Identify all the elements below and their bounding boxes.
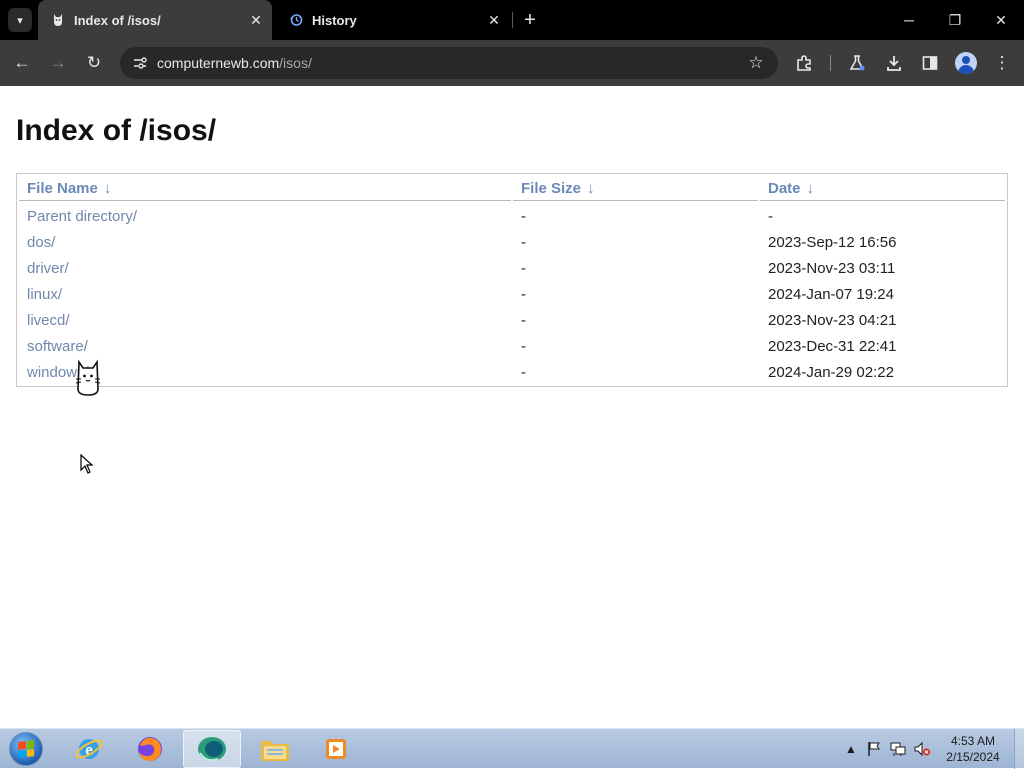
avatar-head bbox=[962, 56, 970, 64]
sort-arrow-icon: ↓ bbox=[103, 180, 112, 197]
header-underline bbox=[513, 200, 758, 201]
close-tab-icon[interactable]: ✕ bbox=[484, 10, 504, 30]
address-bar[interactable]: computernewb.com/isos/ ☆ bbox=[120, 47, 778, 79]
file-date: 2024-Jan-29 02:22 bbox=[768, 364, 894, 381]
page-title: Index of /isos/ bbox=[16, 114, 217, 147]
history-icon bbox=[288, 12, 304, 28]
url-host: computernewb.com bbox=[157, 55, 280, 71]
windows-logo-icon bbox=[9, 732, 43, 766]
new-tab-button[interactable]: + bbox=[518, 8, 542, 32]
url-path: /isos/ bbox=[279, 55, 312, 71]
taskbar: e ▲ 4:53 AM 2/15/2024 bbox=[0, 728, 1024, 769]
file-size: - bbox=[521, 286, 526, 303]
chevron-down-icon: ▾ bbox=[17, 14, 23, 27]
tab-divider bbox=[512, 12, 513, 28]
file-size: - bbox=[521, 364, 526, 381]
internet-explorer-icon[interactable]: e bbox=[60, 730, 118, 768]
file-size: - bbox=[521, 260, 526, 277]
header-underline bbox=[760, 200, 1005, 201]
show-hidden-icons-button[interactable]: ▲ bbox=[844, 729, 858, 769]
site-info-icon[interactable] bbox=[128, 51, 152, 75]
sort-arrow-icon: ↓ bbox=[806, 180, 815, 197]
table-row: software/ - 2023-Dec-31 22:41 bbox=[17, 334, 1007, 360]
tab-title: Index of /isos/ bbox=[74, 12, 161, 28]
table-row: livecd/ - 2023-Nov-23 04:21 bbox=[17, 308, 1007, 334]
column-header-label: Date bbox=[768, 180, 801, 197]
column-header-label: File Size bbox=[521, 180, 582, 197]
tab-isos[interactable]: Index of /isos/ ✕ bbox=[38, 0, 272, 40]
cat-sticker-icon bbox=[75, 359, 101, 396]
tab-search-button[interactable]: ▾ bbox=[8, 8, 32, 32]
forward-button[interactable]: → bbox=[44, 49, 72, 77]
column-header-file-name[interactable]: File Name ↓ bbox=[27, 180, 111, 197]
minimize-button[interactable]: ─ bbox=[886, 0, 932, 40]
file-link[interactable]: dos/ bbox=[27, 230, 55, 256]
back-button[interactable]: ← bbox=[8, 49, 36, 77]
close-window-button[interactable]: ✕ bbox=[978, 0, 1024, 40]
tab-title: History bbox=[312, 12, 357, 28]
tab-history[interactable]: History ✕ bbox=[276, 0, 510, 40]
file-explorer-icon[interactable] bbox=[246, 730, 304, 768]
avatar-body bbox=[958, 65, 974, 74]
sort-arrow-icon: ↓ bbox=[587, 180, 595, 197]
extensions-icon[interactable] bbox=[790, 49, 818, 77]
file-size: - bbox=[521, 312, 526, 329]
start-button[interactable] bbox=[6, 730, 46, 768]
url-text: computernewb.com/isos/ bbox=[157, 47, 312, 79]
firefox-icon[interactable] bbox=[121, 730, 179, 768]
file-date: 2023-Sep-12 16:56 bbox=[768, 234, 897, 251]
clock-date: 2/15/2024 bbox=[946, 750, 1000, 764]
show-desktop-button[interactable] bbox=[1014, 729, 1024, 769]
file-date: 2023-Dec-31 22:41 bbox=[768, 338, 897, 355]
action-center-flag-icon[interactable] bbox=[864, 729, 884, 769]
download-icon[interactable] bbox=[880, 49, 908, 77]
network-icon[interactable] bbox=[888, 729, 908, 769]
media-player-icon[interactable] bbox=[307, 730, 365, 768]
tab-strip: ▾ Index of /isos/ ✕ History ✕ + ─ ❐ ✕ bbox=[0, 0, 1024, 40]
side-panel-icon[interactable] bbox=[916, 49, 944, 77]
clock-time: 4:53 AM bbox=[950, 734, 996, 748]
table-row: linux/ - 2024-Jan-07 19:24 bbox=[17, 282, 1007, 308]
header-underline bbox=[19, 200, 511, 201]
browser-menu-button[interactable]: ⋮ bbox=[988, 49, 1016, 77]
file-link[interactable]: linux/ bbox=[27, 282, 62, 308]
file-listing-table: File Name ↓ File Size ↓ Date ↓ Parent direc… bbox=[16, 173, 1008, 387]
file-date: - bbox=[768, 208, 773, 225]
volume-muted-icon[interactable] bbox=[912, 729, 932, 769]
column-header-date[interactable]: Date ↓ bbox=[768, 180, 814, 197]
restore-button[interactable]: ❐ bbox=[932, 0, 978, 40]
cat-favicon-icon bbox=[50, 12, 66, 28]
table-row: Parent directory/ - - bbox=[17, 204, 1007, 230]
chromium-browser-icon[interactable] bbox=[183, 730, 241, 768]
labs-flask-icon[interactable] bbox=[843, 49, 871, 77]
file-link[interactable]: software/ bbox=[27, 334, 88, 360]
bookmark-star-icon[interactable]: ☆ bbox=[744, 51, 768, 75]
profile-avatar-icon[interactable] bbox=[955, 52, 977, 74]
reload-button[interactable]: ↻ bbox=[80, 49, 108, 77]
file-size: - bbox=[521, 208, 526, 225]
close-tab-icon[interactable]: ✕ bbox=[246, 10, 266, 30]
table-row: driver/ - 2023-Nov-23 03:11 bbox=[17, 256, 1007, 282]
file-link[interactable]: driver/ bbox=[27, 256, 69, 282]
file-size: - bbox=[521, 234, 526, 251]
mouse-cursor-icon bbox=[80, 454, 94, 474]
file-link[interactable]: livecd/ bbox=[27, 308, 70, 334]
file-date: 2024-Jan-07 19:24 bbox=[768, 286, 894, 303]
table-row: windows/ - 2024-Jan-29 02:22 bbox=[17, 360, 1007, 386]
file-link[interactable]: Parent directory/ bbox=[27, 204, 137, 230]
file-size: - bbox=[521, 338, 526, 355]
column-header-label: File Name bbox=[27, 180, 98, 197]
table-row: dos/ - 2023-Sep-12 16:56 bbox=[17, 230, 1007, 256]
file-date: 2023-Nov-23 03:11 bbox=[768, 260, 896, 277]
page-content: Index of /isos/ File Name ↓ File Size ↓ Da… bbox=[0, 86, 1024, 728]
toolbar-divider bbox=[830, 55, 831, 71]
system-clock[interactable]: 4:53 AM 2/15/2024 bbox=[940, 733, 1006, 765]
column-header-file-size[interactable]: File Size ↓ bbox=[521, 180, 595, 197]
file-date: 2023-Nov-23 04:21 bbox=[768, 312, 897, 329]
